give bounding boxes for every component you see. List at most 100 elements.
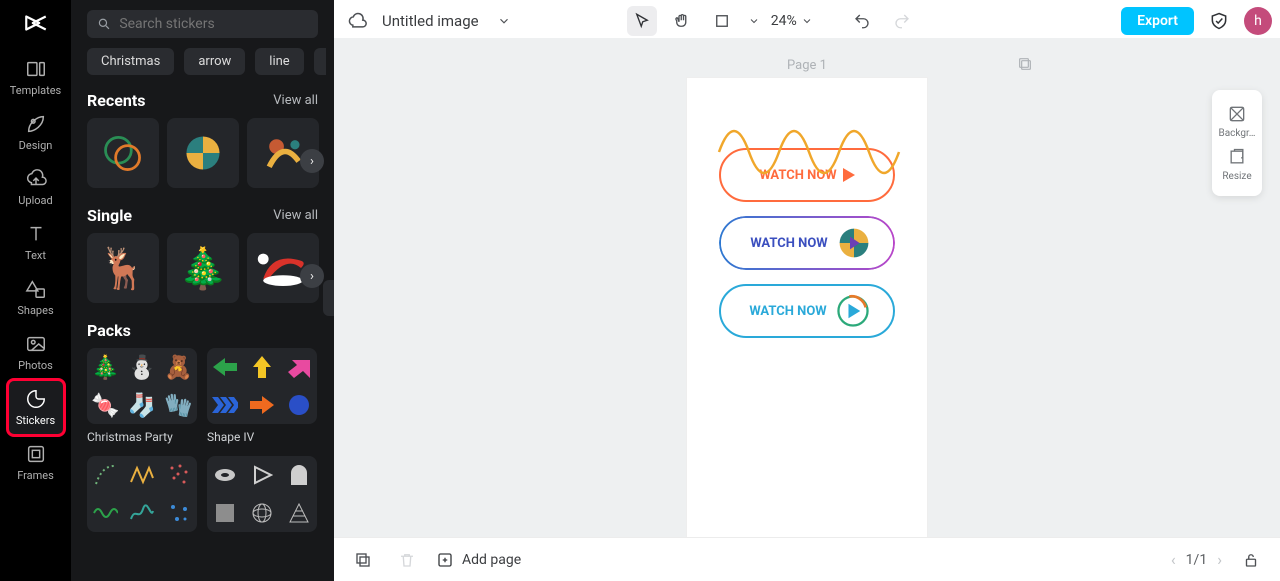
packs-row-1: 🎄⛄🧸 🍬🧦🧤 Christmas Party Shape IV <box>79 348 326 444</box>
pack-icon: ⛄ <box>128 356 157 379</box>
canvas-watch-now-button-3[interactable]: WATCH NOW <box>719 284 895 338</box>
canvas-area[interactable]: Page 1 WATCH NOW WATCH NOW WATCH NOW <box>334 38 1280 537</box>
recents-row: › <box>79 118 326 204</box>
play-outline-icon <box>251 464 273 486</box>
diag-arrow-icon <box>288 356 310 378</box>
dock-label: Resize <box>1222 171 1251 182</box>
view-all-recents[interactable]: View all <box>273 93 318 108</box>
dock-label: Backgr… <box>1219 128 1256 139</box>
redo-button[interactable] <box>887 6 917 36</box>
background-icon <box>1227 104 1247 124</box>
background-tool[interactable]: Backgr… <box>1212 100 1262 143</box>
pack-name: Christmas Party <box>87 430 197 444</box>
nav-label: Stickers <box>16 414 55 427</box>
stickers-icon <box>25 388 47 410</box>
document-title[interactable]: Untitled image <box>382 12 479 30</box>
upload-icon <box>25 168 47 190</box>
zoom-level[interactable]: 24% <box>771 13 813 29</box>
title-dropdown[interactable] <box>489 6 519 36</box>
sticker-rings[interactable] <box>87 118 159 188</box>
wire-sphere-icon <box>251 502 273 524</box>
pack-icon: 🧦 <box>128 394 157 417</box>
shield-icon[interactable] <box>1204 6 1234 36</box>
arch-icon <box>288 463 310 487</box>
page-label: Page 1 <box>787 58 827 73</box>
add-page-button[interactable]: Add page <box>436 551 521 569</box>
spiral-icon <box>92 503 118 523</box>
nav-label: Shapes <box>17 304 53 317</box>
chip-row: Christmas arrow line circle <box>79 48 326 89</box>
wave-sticker <box>715 106 905 198</box>
right-dock: Backgr… Resize <box>1212 90 1262 196</box>
search-box[interactable] <box>87 10 318 38</box>
undo-button[interactable] <box>847 6 877 36</box>
search-input[interactable] <box>119 16 308 32</box>
nav-text[interactable]: Text <box>8 215 64 270</box>
chip-line[interactable]: line <box>255 48 303 75</box>
photos-icon <box>25 333 47 355</box>
chip-circle[interactable]: circle <box>314 48 326 75</box>
nav-label: Text <box>25 249 46 262</box>
nav-frames[interactable]: Frames <box>8 435 64 490</box>
prev-page-button[interactable]: ‹ <box>1171 550 1176 569</box>
app-logo[interactable] <box>23 10 49 40</box>
collapse-panel-handle[interactable] <box>323 280 334 316</box>
grid-square-icon <box>214 502 236 524</box>
lock-button[interactable] <box>1236 545 1266 575</box>
crop-tool[interactable] <box>707 6 737 36</box>
delete-page-button[interactable] <box>392 545 422 575</box>
pack-christmas-party[interactable]: 🎄⛄🧸 🍬🧦🧤 <box>87 348 197 424</box>
sticker-tile[interactable] <box>167 118 239 188</box>
single-next[interactable]: › <box>300 264 324 288</box>
wire-cone-icon <box>288 502 310 524</box>
pack-mono-shapes[interactable] <box>207 456 317 532</box>
design-icon <box>25 113 47 135</box>
section-title-packs: Packs <box>87 321 131 340</box>
nav-stickers[interactable]: Stickers <box>8 380 64 435</box>
next-page-button[interactable]: › <box>1217 550 1222 569</box>
nav-shapes[interactable]: Shapes <box>8 270 64 325</box>
play-circle-icon <box>833 291 873 331</box>
resize-icon <box>1227 147 1247 167</box>
nav-upload[interactable]: Upload <box>8 160 64 215</box>
resize-tool[interactable]: Resize <box>1212 143 1262 186</box>
crop-dropdown[interactable] <box>747 6 761 36</box>
pack-shape-iv[interactable] <box>207 348 317 424</box>
hand-tool[interactable] <box>667 6 697 36</box>
pack-icon: 🎄 <box>91 356 120 379</box>
canvas-watch-now-button-2[interactable]: WATCH NOW <box>719 216 895 270</box>
pack-lines[interactable] <box>87 456 197 532</box>
sticker-tree[interactable]: 🎄 <box>167 233 239 303</box>
single-row: 🦌 🎄 › <box>79 233 326 319</box>
button-text: WATCH NOW <box>759 168 836 183</box>
top-bar: Untitled image 24% Export h <box>342 4 1272 38</box>
bottom-bar: Add page ‹ 1/1 › <box>334 537 1280 581</box>
up-arrow-icon <box>253 356 271 378</box>
layers-button[interactable] <box>348 545 378 575</box>
main-area: Untitled image 24% Export h Page 1 WATCH… <box>334 0 1280 581</box>
recents-next[interactable]: › <box>300 149 324 173</box>
torus-icon <box>213 463 237 487</box>
canvas-watch-now-button-1[interactable]: WATCH NOW <box>719 148 895 202</box>
artboard[interactable]: WATCH NOW WATCH NOW WATCH NOW <box>687 78 927 537</box>
left-nav: Templates Design Upload Text Shapes Phot… <box>0 0 71 581</box>
right-arrow-icon <box>250 396 274 414</box>
burst-icon <box>288 394 310 416</box>
nav-photos[interactable]: Photos <box>8 325 64 380</box>
chip-arrow[interactable]: arrow <box>184 48 245 75</box>
zigzag-icon <box>129 462 155 488</box>
view-all-single[interactable]: View all <box>273 208 318 223</box>
user-avatar[interactable]: h <box>1244 7 1272 35</box>
sticker-reindeer[interactable]: 🦌 <box>87 233 159 303</box>
select-tool[interactable] <box>627 6 657 36</box>
chip-christmas[interactable]: Christmas <box>87 48 174 75</box>
page-duplicate-icon[interactable] <box>1017 56 1033 76</box>
export-button[interactable]: Export <box>1121 7 1194 35</box>
nav-design[interactable]: Design <box>8 105 64 160</box>
sparkle-icon <box>167 501 191 525</box>
text-icon <box>25 223 47 245</box>
cloud-sync-icon[interactable] <box>342 6 372 36</box>
nav-templates[interactable]: Templates <box>8 50 64 105</box>
tile-sticker-icon <box>834 223 874 263</box>
section-title-recents: Recents <box>87 91 145 110</box>
